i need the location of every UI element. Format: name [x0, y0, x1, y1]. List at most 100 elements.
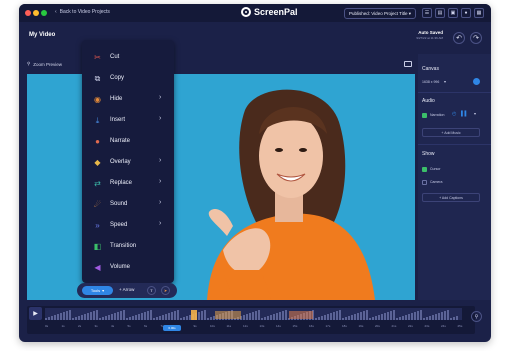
- project-title[interactable]: My Video: [29, 32, 55, 38]
- chevron-down-icon: ▾: [444, 79, 447, 84]
- title-bar: ‹ Back to Video Projects ScreenPal Publi…: [19, 4, 491, 22]
- timeline-tick-label: 3s: [94, 324, 98, 328]
- transition-icon: ◧: [93, 242, 102, 251]
- layout-icon[interactable]: ▦: [474, 8, 484, 18]
- canvas-section-title: Canvas: [422, 66, 439, 72]
- list-icon[interactable]: ☰: [422, 8, 432, 18]
- undo-icon[interactable]: ↶: [453, 32, 465, 44]
- cursor-label: Cursor: [430, 167, 441, 171]
- show-section-title: Show: [422, 151, 435, 157]
- menu-item-copy[interactable]: ⧉ Copy: [82, 68, 174, 89]
- search-icon[interactable]: ⚲: [471, 311, 482, 322]
- pointer-icon[interactable]: ➤: [161, 286, 170, 295]
- menu-item-speed[interactable]: » Speed ›: [82, 215, 174, 236]
- chevron-down-icon[interactable]: ▾: [474, 111, 476, 116]
- divider: [418, 92, 491, 93]
- maximize-window-button[interactable]: [41, 10, 47, 16]
- narration-label: Narration: [430, 113, 445, 117]
- volume-icon: ◀: [94, 263, 101, 272]
- canvas-size-dropdown[interactable]: 1638 x 996: [422, 80, 439, 84]
- copy-icon: ⧉: [94, 74, 101, 83]
- menu-item-label: Overlay: [110, 159, 131, 165]
- playhead-time[interactable]: 6.00s: [163, 325, 181, 331]
- chevron-down-icon: ▾: [408, 10, 411, 16]
- menu-item-insert[interactable]: ⤓ Insert ›: [82, 110, 174, 131]
- menu-item-label: Speed: [110, 222, 128, 228]
- add-arrow-button[interactable]: + Arrow: [119, 287, 134, 292]
- properties-panel: Canvas 1638 x 996 ▾ Audio Narration ◴ ▌▌…: [418, 54, 491, 300]
- autosave-label: Auto Saved: [418, 30, 443, 35]
- canvas-color-swatch[interactable]: [473, 78, 480, 85]
- search-icon: ⚲: [27, 61, 31, 66]
- divider: [418, 144, 491, 145]
- timeline-tick-label: 20s: [375, 324, 380, 328]
- timeline-tick-label: 12s: [243, 324, 248, 328]
- narration-checkbox[interactable]: [422, 113, 427, 118]
- screenpal-logo-icon: [241, 7, 251, 17]
- add-captions-button[interactable]: + Add Captions: [422, 193, 480, 202]
- menu-item-sound[interactable]: ☄ Sound ›: [82, 194, 174, 215]
- add-music-button[interactable]: + Add Music: [422, 128, 480, 137]
- insert-icon: ⤓: [95, 116, 100, 125]
- menu-item-label: Copy: [110, 75, 125, 81]
- timeline-track[interactable]: [45, 308, 462, 320]
- close-window-button[interactable]: [25, 10, 31, 16]
- timeline-tick-label: 10s: [210, 324, 215, 328]
- autosave-time: 9/27/22 at 11:36 AM: [416, 36, 443, 40]
- minimize-window-button[interactable]: [33, 10, 39, 16]
- menu-item-volume[interactable]: ◀ Volume: [82, 257, 174, 278]
- user-icon[interactable]: ●: [461, 8, 471, 18]
- timeline-tick-label: 25s: [457, 324, 463, 328]
- timeline-tick-label: 13s: [259, 324, 265, 328]
- timeline-ruler: 0s1s2s3s4s5s6s7s8s9s10s11s12s13s14s15s16…: [45, 324, 462, 332]
- chevron-right-icon: ›: [159, 220, 162, 227]
- edit-toolbar: Tools ▾ + Arrow T ➤: [77, 283, 177, 298]
- redo-icon[interactable]: ↷: [470, 32, 482, 44]
- timeline-tick-label: 0s: [45, 324, 49, 328]
- app-logo: ScreenPal: [241, 7, 298, 17]
- captions-icon[interactable]: ▤: [435, 8, 445, 18]
- menu-item-transition[interactable]: ◧ Transition: [82, 236, 174, 257]
- app-name: ScreenPal: [254, 7, 298, 17]
- menu-item-replace[interactable]: ⇄ Replace ›: [82, 173, 174, 194]
- timeline-tick-label: 14s: [276, 324, 281, 328]
- timeline-tick-label: 16s: [309, 324, 314, 328]
- cc-icon[interactable]: ▣: [448, 8, 458, 18]
- zoom-preview-control[interactable]: ⚲ Zoom Preview: [27, 61, 62, 67]
- chevron-right-icon: ›: [159, 199, 162, 206]
- menu-item-label: Sound: [110, 201, 128, 207]
- menu-item-hide[interactable]: ◉ Hide ›: [82, 89, 174, 110]
- menu-item-narrate[interactable]: ● Narrate: [82, 131, 174, 152]
- cursor-checkbox[interactable]: [422, 167, 427, 172]
- camera-checkbox[interactable]: [422, 180, 427, 185]
- replace-icon: ⇄: [94, 179, 101, 188]
- menu-item-label: Hide: [110, 96, 123, 102]
- timeline-tick-label: 21s: [391, 324, 397, 328]
- tools-button[interactable]: Tools ▾: [82, 286, 113, 295]
- play-icon[interactable]: ▶: [29, 307, 42, 320]
- timer-icon[interactable]: ◴: [452, 111, 456, 117]
- chevron-right-icon: ›: [159, 115, 162, 122]
- timeline-tick-label: 18s: [342, 324, 347, 328]
- camera-icon[interactable]: [404, 61, 412, 67]
- back-to-projects-link[interactable]: ‹ Back to Video Projects: [55, 9, 110, 15]
- timeline-tick-label: 22s: [408, 324, 413, 328]
- speed-icon: »: [95, 221, 100, 230]
- tools-context-menu: ✂ Cut ⧉ Copy ◉ Hide › ⤓ Insert › ● Narra…: [82, 40, 174, 283]
- timeline-tick-label: 6s: [144, 324, 148, 328]
- text-icon[interactable]: T: [147, 286, 156, 295]
- camera-label: Camera: [430, 180, 443, 184]
- tools-button-label: Tools: [90, 288, 101, 293]
- signal-bars-icon[interactable]: ▌▌: [461, 111, 468, 117]
- publish-status-dropdown[interactable]: Published: Video Project Title ▾: [344, 8, 416, 19]
- microphone-icon: ●: [95, 137, 100, 146]
- timeline-tick-label: 5s: [127, 324, 131, 328]
- menu-item-label: Narrate: [110, 138, 131, 144]
- timeline-tick-label: 9s: [193, 324, 197, 328]
- menu-item-cut[interactable]: ✂ Cut: [82, 47, 174, 68]
- timeline-tick-label: 11s: [226, 324, 232, 328]
- timeline-tick-label: 1s: [61, 324, 65, 328]
- publish-status-text: Published: Video Project Title: [349, 11, 408, 16]
- menu-item-overlay[interactable]: ◆ Overlay ›: [82, 152, 174, 173]
- menu-item-label: Replace: [110, 180, 133, 186]
